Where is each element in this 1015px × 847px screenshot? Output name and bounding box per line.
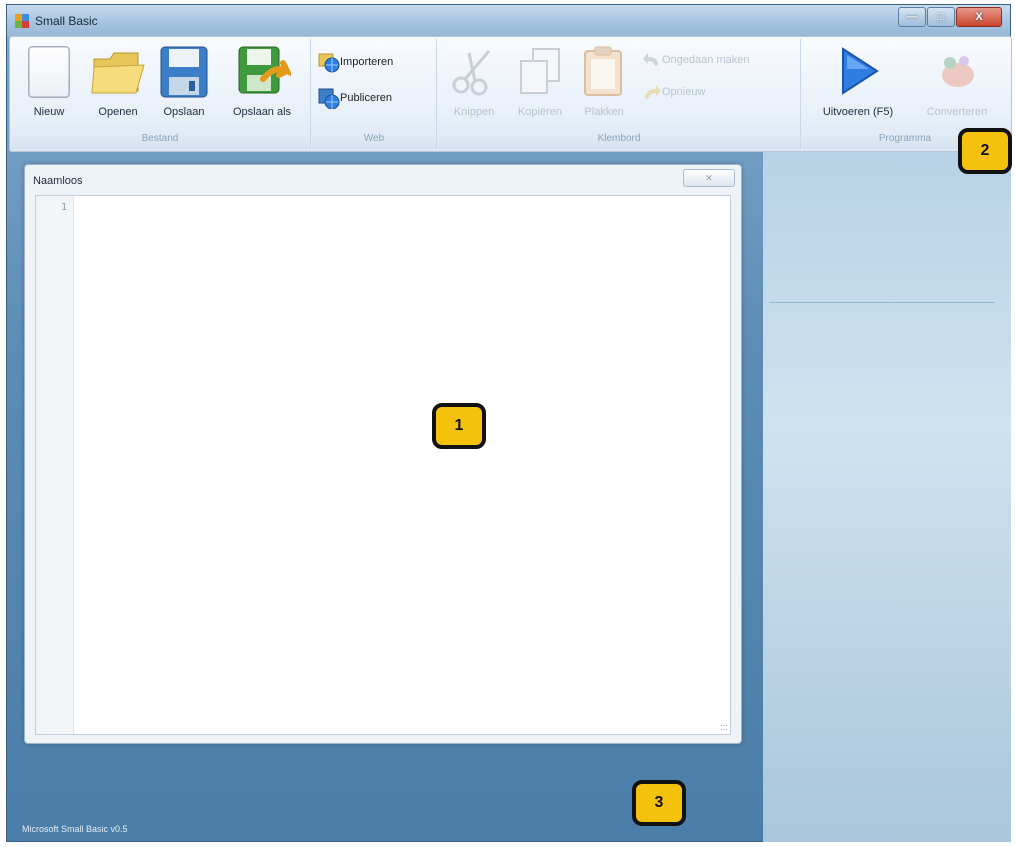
group-label-web: Web [312,133,436,149]
ribbon-group-bestand: Nieuw Openen Opslaan Opslaan als Bestand [10,39,311,149]
callout-badge-1: 1 [432,403,486,449]
import-globe-icon [318,53,340,73]
convert-button-label: Converteren [926,106,988,118]
copy-button-label: Kopiëren [517,106,563,118]
new-button-label: Nieuw [33,106,65,118]
resize-grip-icon[interactable]: ::: [720,722,728,732]
cut-button[interactable]: Knippen [446,45,502,118]
code-editor[interactable]: 1 ::: [35,195,731,735]
new-button[interactable]: Nieuw [24,45,74,118]
callout-badge-3: 3 [632,780,686,826]
cut-button-label: Knippen [453,106,495,118]
editor-close-button[interactable]: ✕ [683,169,735,187]
maximize-button[interactable]: □ [927,7,955,27]
publish-button[interactable]: Publiceren [318,87,392,109]
redo-arrow-icon [645,85,661,99]
undo-button-label: Ongedaan maken [662,54,750,66]
title-bar[interactable]: Small Basic — □ X [7,5,1010,37]
copy-button[interactable]: Kopiëren [510,45,570,118]
floppy-disk-icon [160,46,208,98]
convert-icon [942,56,974,87]
side-panel [763,152,1011,842]
open-button-label: Openen [98,106,138,118]
line-number: 1 [60,202,67,213]
ribbon-group-klembord: Knippen Kopiëren Plakken Ongedaan maken [438,39,801,149]
minimize-button[interactable]: — [898,7,926,27]
side-panel-divider [769,302,995,303]
small-basic-logo-icon [15,14,29,28]
editor-window: Naamloos ✕ 1 ::: [24,164,742,744]
editor-title: Naamloos [33,175,83,187]
run-button-label: Uitvoeren (F5) [822,106,894,118]
group-label-klembord: Klembord [438,133,800,149]
undo-arrow-icon [643,53,658,66]
group-label-bestand: Bestand [10,133,310,149]
run-button[interactable]: Uitvoeren (F5) [806,45,910,118]
window-title: Small Basic [35,14,98,28]
undo-button[interactable]: Ongedaan maken [642,51,749,69]
save-as-button[interactable]: Opslaan als [222,45,302,118]
paste-button[interactable]: Plakken [578,45,630,118]
status-version-text: Microsoft Small Basic v0.5 [22,824,128,834]
run-play-icon [842,47,879,95]
folder-open-icon [91,52,145,94]
import-button-label: Importeren [340,56,394,68]
convert-button[interactable]: Converteren [914,45,1000,118]
window-controls: — □ X [897,7,1002,27]
copy-icon [520,48,560,94]
clipboard-icon [584,46,622,96]
redo-button-label: Opnieuw [662,86,706,98]
redo-button[interactable]: Opnieuw [642,83,705,101]
close-button[interactable]: X [956,7,1002,27]
scissors-icon [452,50,491,96]
import-button[interactable]: Importeren [318,51,393,73]
paste-button-label: Plakken [584,106,624,118]
callout-badge-2: 2 [958,128,1012,174]
save-as-icon [238,46,294,94]
line-number-gutter: 1 [36,196,74,734]
ribbon-group-web: Importeren Publiceren Web [312,39,437,149]
publish-button-label: Publiceren [340,92,392,104]
new-document-icon [28,46,70,98]
open-button[interactable]: Openen [90,45,146,118]
publish-globe-icon [318,88,340,109]
save-button[interactable]: Opslaan [156,45,212,118]
ribbon-toolbar: Nieuw Openen Opslaan Opslaan als Bestand… [9,36,1012,152]
save-as-button-label: Opslaan als [232,106,292,118]
save-button-label: Opslaan [163,106,205,118]
